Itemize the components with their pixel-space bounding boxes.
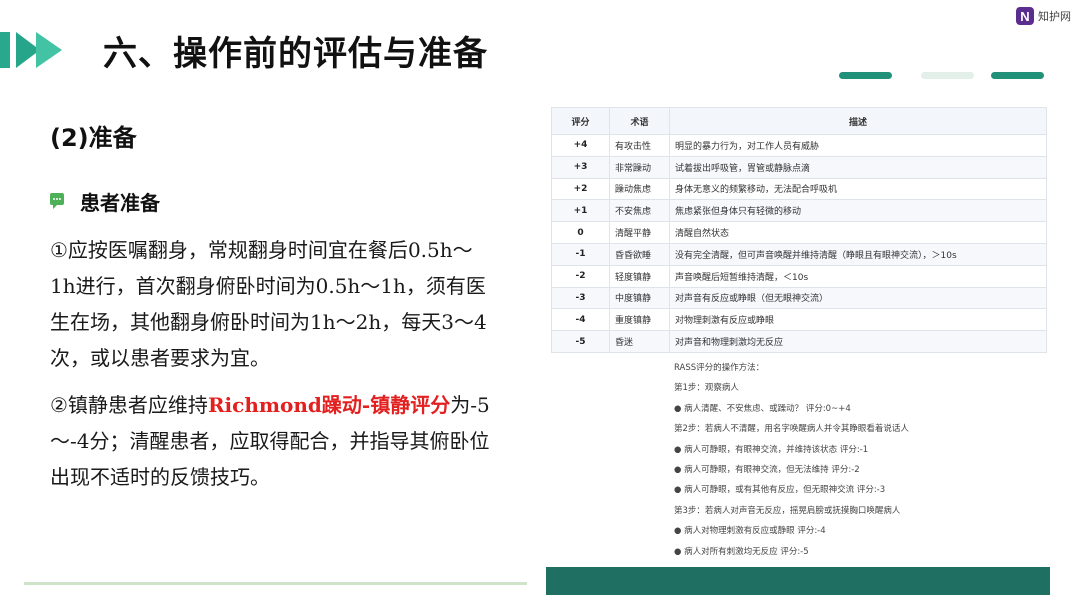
table-row: -2 轻度镇静 声音唤醒后短暂维持清醒，＜10s <box>551 264 1047 288</box>
description-cell: 对声音和物理刺激均无反应 <box>669 330 1047 353</box>
header-accent-bar <box>0 32 10 68</box>
table-row: +2 躁动焦虑 身体无意义的频繁移动，无法配合呼吸机 <box>551 177 1047 201</box>
method-heading: RASS评分的操作方法： <box>674 363 765 373</box>
list-item: ● 病人可静眼，有眼神交流，但无法维持 评分:-2 <box>674 464 860 475</box>
rass-table: 评分 术语 描述 +4 有攻击性 明显的暴力行为，对工作人员有威胁 +3 非常躁动 试着… <box>551 107 1047 353</box>
section-heading: 患者准备 <box>80 191 160 215</box>
term-cell: 中度镇静 <box>609 286 670 310</box>
column-header-term: 术语 <box>609 107 670 135</box>
score-cell: +4 <box>551 134 610 157</box>
description-cell: 身体无意义的频繁移动，无法配合呼吸机 <box>669 177 1047 201</box>
term-cell: 躁动焦虑 <box>609 177 670 201</box>
table-row: +4 有攻击性 明显的暴力行为，对工作人员有威胁 <box>551 134 1047 157</box>
description-cell: 试着拔出呼吸管，胃管或静脉点滴 <box>669 155 1047 179</box>
brand-logo: N 知护网 <box>1016 7 1071 25</box>
decor-pill-2 <box>921 72 974 79</box>
score-cell: -1 <box>551 242 610 266</box>
score-cell: +1 <box>551 199 610 223</box>
description-cell: 声音唤醒后短暂维持清醒，＜10s <box>669 264 1047 288</box>
table-row: -4 重度镇静 对物理刺激有反应或睁眼 <box>551 308 1047 332</box>
table-row: -3 中度镇静 对声音有反应或睁眼（但无眼神交流） <box>551 286 1047 310</box>
section-subtitle: (2)准备 <box>50 124 137 152</box>
bottom-color-bar <box>546 567 1050 595</box>
list-item: ● 病人可静眼，或有其他有反应，但无眼神交流 评分:-3 <box>674 485 886 496</box>
decor-pill-3 <box>991 72 1044 79</box>
list-item: ● 病人清醒、不安焦虑、或躁动？ 评分:0~+4 <box>674 403 851 414</box>
description-cell: 没有完全清醒，但可声音唤醒并维持清醒（睁眼且有眼神交流），＞10s <box>669 242 1047 266</box>
score-cell: +2 <box>551 177 610 201</box>
list-item: 第3步：若病人对声音无反应，摇晃肩膀或抚摸胸口唤醒病人 <box>674 505 901 516</box>
description-cell: 焦虑紧张但身体只有轻微的移动 <box>669 199 1047 223</box>
table-row: 0 清醒平静 清醒自然状态 <box>551 221 1047 244</box>
term-cell: 昏迷 <box>609 330 670 353</box>
score-cell: +3 <box>551 155 610 179</box>
table-row: -1 昏昏欲睡 没有完全清醒，但可声音唤醒并维持清醒（睁眼且有眼神交流），＞10s <box>551 242 1047 266</box>
list-item: ● 病人对所有刺激均无反应 评分:-5 <box>674 546 809 557</box>
description-cell: 明显的暴力行为，对工作人员有威胁 <box>669 134 1047 157</box>
term-cell: 重度镇静 <box>609 308 670 332</box>
list-item: 第2步：若病人不清醒，用名字唤醒病人并令其睁眼看着说话人 <box>674 424 909 435</box>
term-cell: 有攻击性 <box>609 134 670 157</box>
score-cell: 0 <box>551 221 610 244</box>
list-item: 第1步：观察病人 <box>674 383 739 394</box>
table-row: +3 非常躁动 试着拔出呼吸管，胃管或静脉点滴 <box>551 155 1047 179</box>
rass-table-container: 评分 术语 描述 +4 有攻击性 明显的暴力行为，对工作人员有威胁 +3 非常躁动 试着… <box>551 107 1047 353</box>
score-cell: -4 <box>551 308 610 332</box>
rass-method-list: RASS评分的操作方法： 第1步：观察病人 ● 病人清醒、不安焦虑、或躁动？ 评… <box>674 358 1044 562</box>
logo-mark-icon: N <box>1016 7 1034 25</box>
header-arrow-icon-2 <box>36 32 62 68</box>
column-header-score: 评分 <box>551 107 610 135</box>
term-cell: 清醒平静 <box>609 221 670 244</box>
slide-title: 六、操作前的评估与准备 <box>103 34 488 74</box>
table-header-row: 评分 术语 描述 <box>551 107 1047 135</box>
description-cell: 对物理刺激有反应或睁眼 <box>669 308 1047 332</box>
table-row: -5 昏迷 对声音和物理刺激均无反应 <box>551 330 1047 353</box>
description-cell: 清醒自然状态 <box>669 221 1047 244</box>
score-cell: -2 <box>551 264 610 288</box>
description-cell: 对声音有反应或睁眼（但无眼神交流） <box>669 286 1047 310</box>
list-item: ● 病人可静眼，有眼神交流，并维持该状态 评分:-1 <box>674 444 869 455</box>
score-cell: -5 <box>551 330 610 353</box>
list-item: ● 病人对物理刺激有反应或静眼 评分:-4 <box>674 526 826 537</box>
score-cell: -3 <box>551 286 610 310</box>
bottom-divider <box>24 582 527 585</box>
chat-bubble-icon <box>50 193 64 209</box>
column-header-description: 描述 <box>669 107 1047 135</box>
decor-pill-1 <box>839 72 892 79</box>
term-cell: 昏昏欲睡 <box>609 242 670 266</box>
term-cell: 轻度镇静 <box>609 264 670 288</box>
term-cell: 非常躁动 <box>609 155 670 179</box>
paragraph-turning-time: ①应按医嘱翻身，常规翻身时间宜在餐后0.5h～1h进行，首次翻身俯卧时间为0.5… <box>50 238 487 370</box>
paragraph-sedation: ②镇静患者应维持Richmond躁动-镇静评分为-5～-4分；清醒患者，应取得配… <box>50 393 490 489</box>
logo-text: 知护网 <box>1038 10 1071 23</box>
table-row: +1 不安焦虑 焦虑紧张但身体只有轻微的移动 <box>551 199 1047 223</box>
term-cell: 不安焦虑 <box>609 199 670 223</box>
